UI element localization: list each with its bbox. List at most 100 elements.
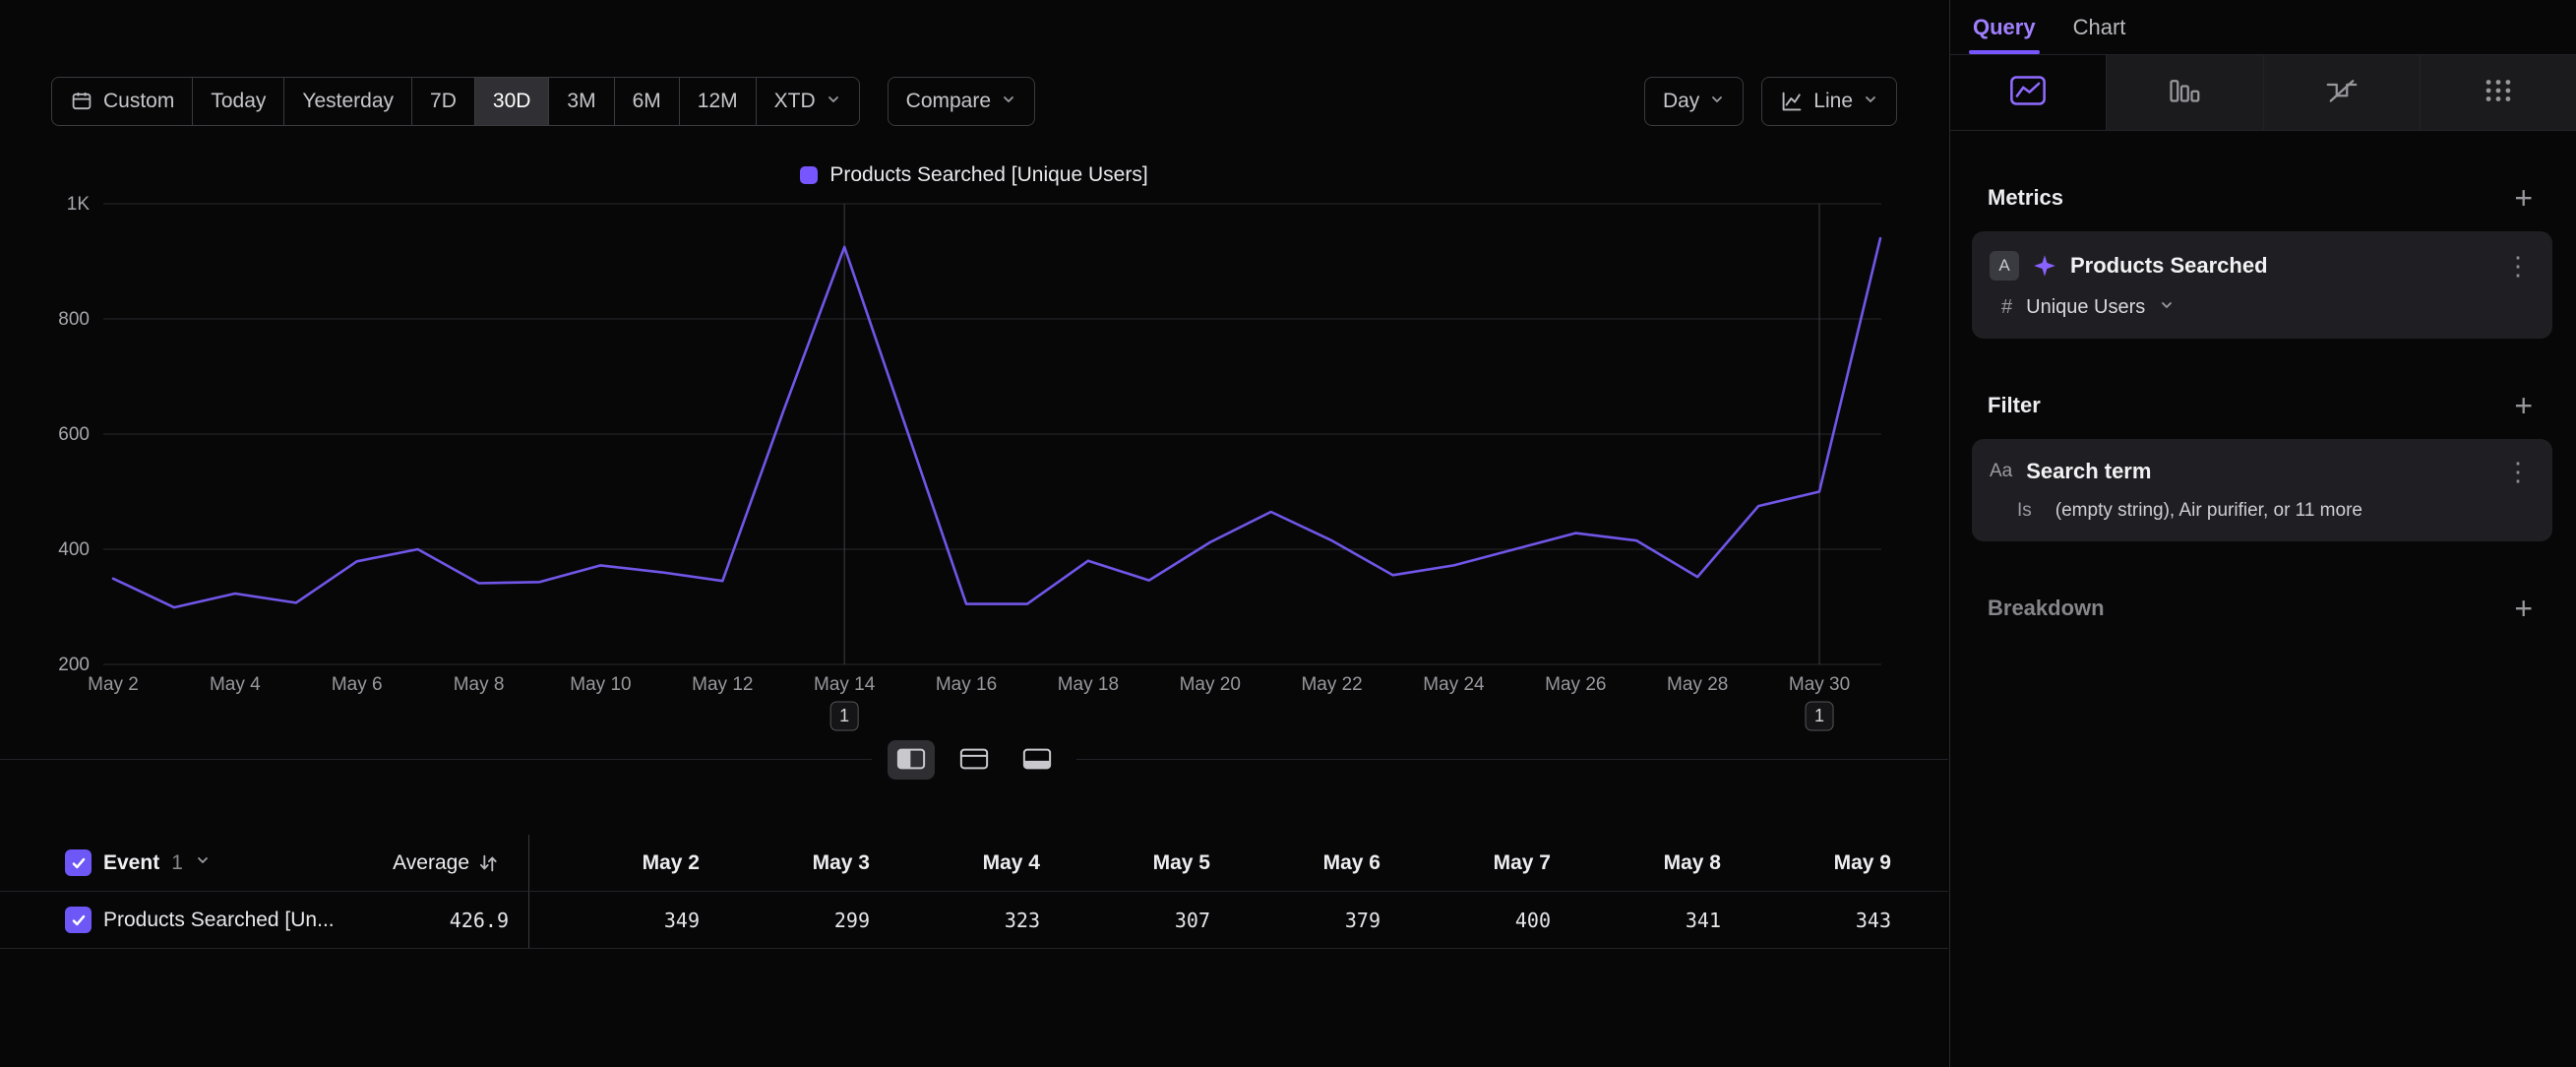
retention-flow-icon: [2324, 75, 2360, 111]
layout-table-icon: [1022, 747, 1052, 774]
line-chart[interactable]: 2004006008001KMay 2May 4May 6May 8May 10…: [0, 0, 1948, 768]
layout-chart-only-icon: [959, 747, 989, 774]
svg-text:May 14: May 14: [814, 674, 876, 695]
date-column-header[interactable]: May 4: [870, 851, 1040, 875]
svg-text:May 10: May 10: [570, 674, 631, 695]
layout-toggle-group: [872, 734, 1076, 785]
value-cell: 343: [1721, 909, 1891, 932]
value-cell: 307: [1040, 909, 1210, 932]
select-all-checkbox[interactable]: [65, 849, 92, 876]
table-row: Products Searched [Un... 426.9 349299323…: [0, 892, 1948, 949]
tab-query-label: Query: [1973, 15, 2036, 40]
tab-more-reports[interactable]: [2420, 55, 2576, 130]
average-header-cell[interactable]: Average: [399, 835, 529, 891]
date-header-group: May 2May 3May 4May 5May 6May 7May 8May 9: [529, 851, 1891, 875]
date-column-header[interactable]: May 3: [700, 851, 870, 875]
query-sidebar: Query Chart Metrics + A: [1949, 0, 2576, 1067]
svg-text:May 18: May 18: [1058, 674, 1119, 695]
add-breakdown-button[interactable]: +: [2514, 593, 2533, 624]
svg-text:May 12: May 12: [692, 674, 753, 695]
filter-property-name: Search term: [2026, 459, 2487, 484]
svg-text:1: 1: [1814, 706, 1824, 725]
svg-text:May 28: May 28: [1667, 674, 1728, 695]
svg-text:May 30: May 30: [1789, 674, 1850, 695]
svg-text:May 4: May 4: [210, 674, 261, 695]
value-cell: 299: [700, 909, 870, 932]
value-cell-group: 349299323307379400341343: [529, 909, 1891, 932]
insights-chart-icon: [2009, 75, 2047, 111]
tab-chart[interactable]: Chart: [2073, 0, 2126, 54]
tab-insights[interactable]: [1950, 55, 2106, 130]
table-header-row: Event 1 Average May 2May 3May 4May 5May …: [0, 835, 1948, 892]
event-label: Event: [103, 851, 159, 875]
tab-retention[interactable]: [2263, 55, 2420, 130]
filter-condition-row[interactable]: Is (empty string), Air purifier, or 11 m…: [2017, 500, 2535, 522]
date-column-header[interactable]: May 7: [1380, 851, 1551, 875]
chevron-down-icon: [2159, 297, 2175, 318]
sparkle-icon: [2033, 254, 2056, 278]
dots-grid-icon: [2482, 76, 2515, 110]
filter-operator: Is: [2017, 500, 2032, 522]
metric-letter-badge: A: [1990, 251, 2019, 281]
svg-text:May 20: May 20: [1180, 674, 1241, 695]
layout-table-button[interactable]: [1013, 740, 1061, 780]
series-name: Products Searched [Un...: [103, 909, 335, 932]
funnel-bars-icon: [2167, 75, 2202, 111]
layout-chart-only-button[interactable]: [951, 740, 998, 780]
main-panel: Custom Today Yesterday 7D 30D 3M 6M 12M …: [0, 0, 1948, 1067]
date-column-header[interactable]: May 9: [1721, 851, 1891, 875]
sidebar-tabs: Query Chart: [1950, 0, 2576, 54]
svg-text:May 24: May 24: [1423, 674, 1485, 695]
sort-icon: [477, 852, 499, 874]
date-column-header[interactable]: May 8: [1551, 851, 1721, 875]
filter-card[interactable]: Aa Search term ⋮ Is (empty string), Air …: [1972, 439, 2552, 541]
value-cell: 349: [529, 909, 700, 932]
layout-split-icon: [896, 747, 926, 774]
tab-funnels[interactable]: [2106, 55, 2262, 130]
value-cell: 379: [1210, 909, 1380, 932]
aggregation-label: Unique Users: [2026, 296, 2145, 319]
svg-text:May 26: May 26: [1545, 674, 1606, 695]
svg-text:1: 1: [839, 706, 849, 725]
report-type-tabs: [1950, 54, 2576, 131]
date-column-header[interactable]: May 5: [1040, 851, 1210, 875]
average-value-cell: 426.9: [399, 892, 529, 948]
filter-value: (empty string), Air purifier, or 11 more: [2055, 500, 2362, 522]
annotation-badge: 1: [1806, 702, 1833, 730]
svg-text:May 6: May 6: [332, 674, 383, 695]
tab-query[interactable]: Query: [1973, 0, 2036, 54]
event-header-cell: Event 1: [0, 835, 399, 891]
results-table: Event 1 Average May 2May 3May 4May 5May …: [0, 835, 1948, 949]
filter-menu-button[interactable]: ⋮: [2501, 459, 2535, 484]
metric-card-row: A Products Searched ⋮: [1990, 251, 2535, 281]
string-type-icon: Aa: [1990, 461, 2012, 482]
event-count: 1: [171, 851, 183, 875]
add-metric-button[interactable]: +: [2514, 182, 2533, 214]
svg-text:May 8: May 8: [454, 674, 505, 695]
breakdown-section-header: Breakdown +: [1988, 593, 2533, 624]
metric-aggregation-row[interactable]: # Unique Users: [2001, 296, 2535, 319]
breakdown-heading: Breakdown: [1988, 596, 2105, 621]
svg-text:200: 200: [58, 655, 90, 675]
average-label: Average: [393, 851, 469, 875]
metric-menu-button[interactable]: ⋮: [2501, 253, 2535, 279]
svg-text:1K: 1K: [67, 194, 91, 215]
filter-section-header: Filter +: [1988, 390, 2533, 421]
annotation-badge: 1: [830, 702, 858, 730]
value-cell: 341: [1551, 909, 1721, 932]
metric-card[interactable]: A Products Searched ⋮ # Unique Users: [1972, 231, 2552, 339]
svg-text:May 22: May 22: [1301, 674, 1362, 695]
row-checkbox[interactable]: [65, 907, 92, 933]
number-type-icon: #: [2001, 296, 2012, 319]
svg-text:600: 600: [58, 424, 90, 445]
chevron-down-icon[interactable]: [195, 852, 211, 873]
layout-split-button[interactable]: [888, 740, 935, 780]
date-column-header[interactable]: May 6: [1210, 851, 1380, 875]
add-filter-button[interactable]: +: [2514, 390, 2533, 421]
app-root: Custom Today Yesterday 7D 30D 3M 6M 12M …: [0, 0, 2576, 1067]
metrics-section-header: Metrics +: [1988, 182, 2533, 214]
date-column-header[interactable]: May 2: [529, 851, 700, 875]
svg-text:May 16: May 16: [936, 674, 997, 695]
average-value: 426.9: [450, 909, 509, 932]
tab-chart-label: Chart: [2073, 15, 2126, 40]
